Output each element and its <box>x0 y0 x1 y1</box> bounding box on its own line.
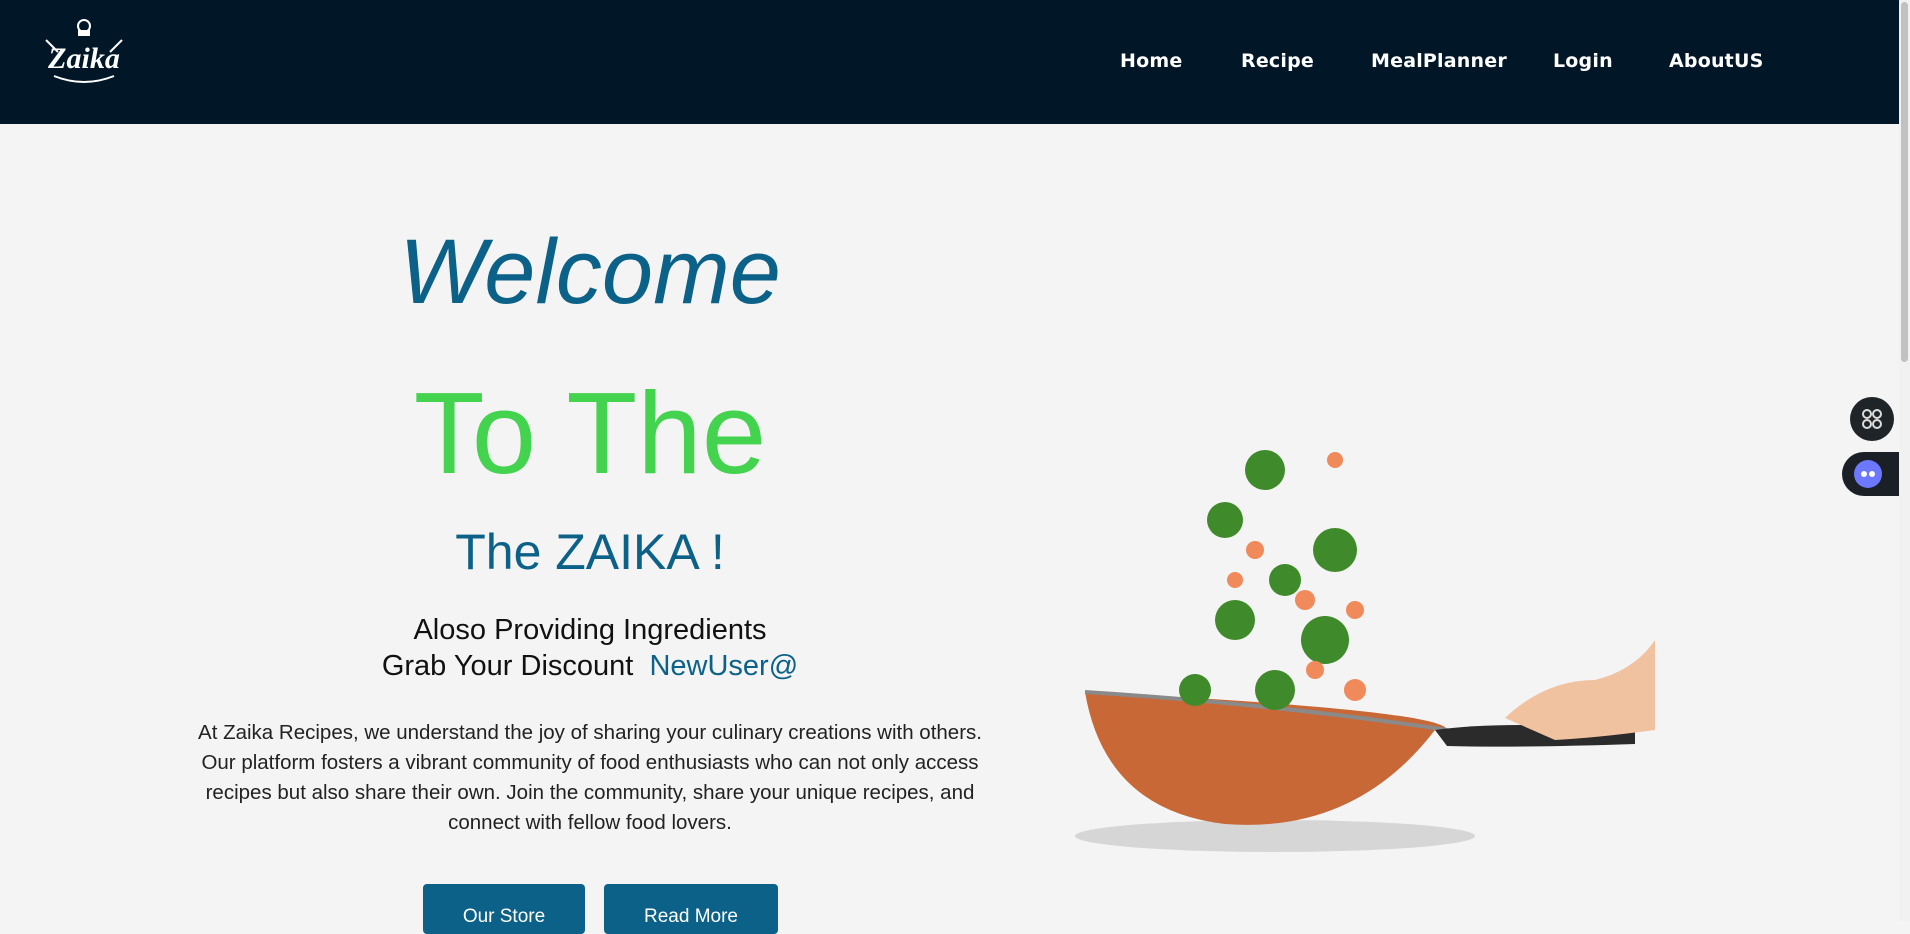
wok-vegetables-image <box>1075 450 1655 852</box>
ingredients-line: Aloso Providing Ingredients <box>413 614 767 646</box>
scrollbar-thumb[interactable] <box>1901 2 1908 362</box>
nav-links: Home Recipe MealPlanner Login AboutUS <box>0 0 1899 124</box>
promo-text: Aloso Providing Ingredients Grab Your Di… <box>150 612 1030 684</box>
read-more-button[interactable]: Read More <box>604 884 778 934</box>
discount-label: Grab Your Discount <box>381 650 634 682</box>
hero-description: At Zaika Recipes, we understand the joy … <box>198 721 982 834</box>
discount-line: Grab Your Discount NewUser@ <box>150 648 1030 684</box>
coupon-code: NewUser@ <box>649 650 799 682</box>
our-store-button[interactable]: Our Store <box>423 884 585 934</box>
nav-mealplanner-link[interactable]: MealPlanner <box>1371 50 1507 72</box>
zaika-heading: The ZAIKA ! <box>455 524 725 580</box>
apps-grid-icon[interactable] <box>1850 397 1894 441</box>
nav-login-link[interactable]: Login <box>1553 50 1613 72</box>
nav-aboutus-link[interactable]: AboutUS <box>1669 50 1763 72</box>
nav-recipe-link[interactable]: Recipe <box>1241 50 1314 72</box>
navbar: Zaika Home Recipe MealPlanner Login Abou… <box>0 0 1899 124</box>
nav-home-link[interactable]: Home <box>1120 50 1182 72</box>
to-the-heading: To The <box>413 368 767 498</box>
welcome-heading: Welcome <box>399 221 781 323</box>
scrollbar[interactable] <box>1899 0 1910 921</box>
